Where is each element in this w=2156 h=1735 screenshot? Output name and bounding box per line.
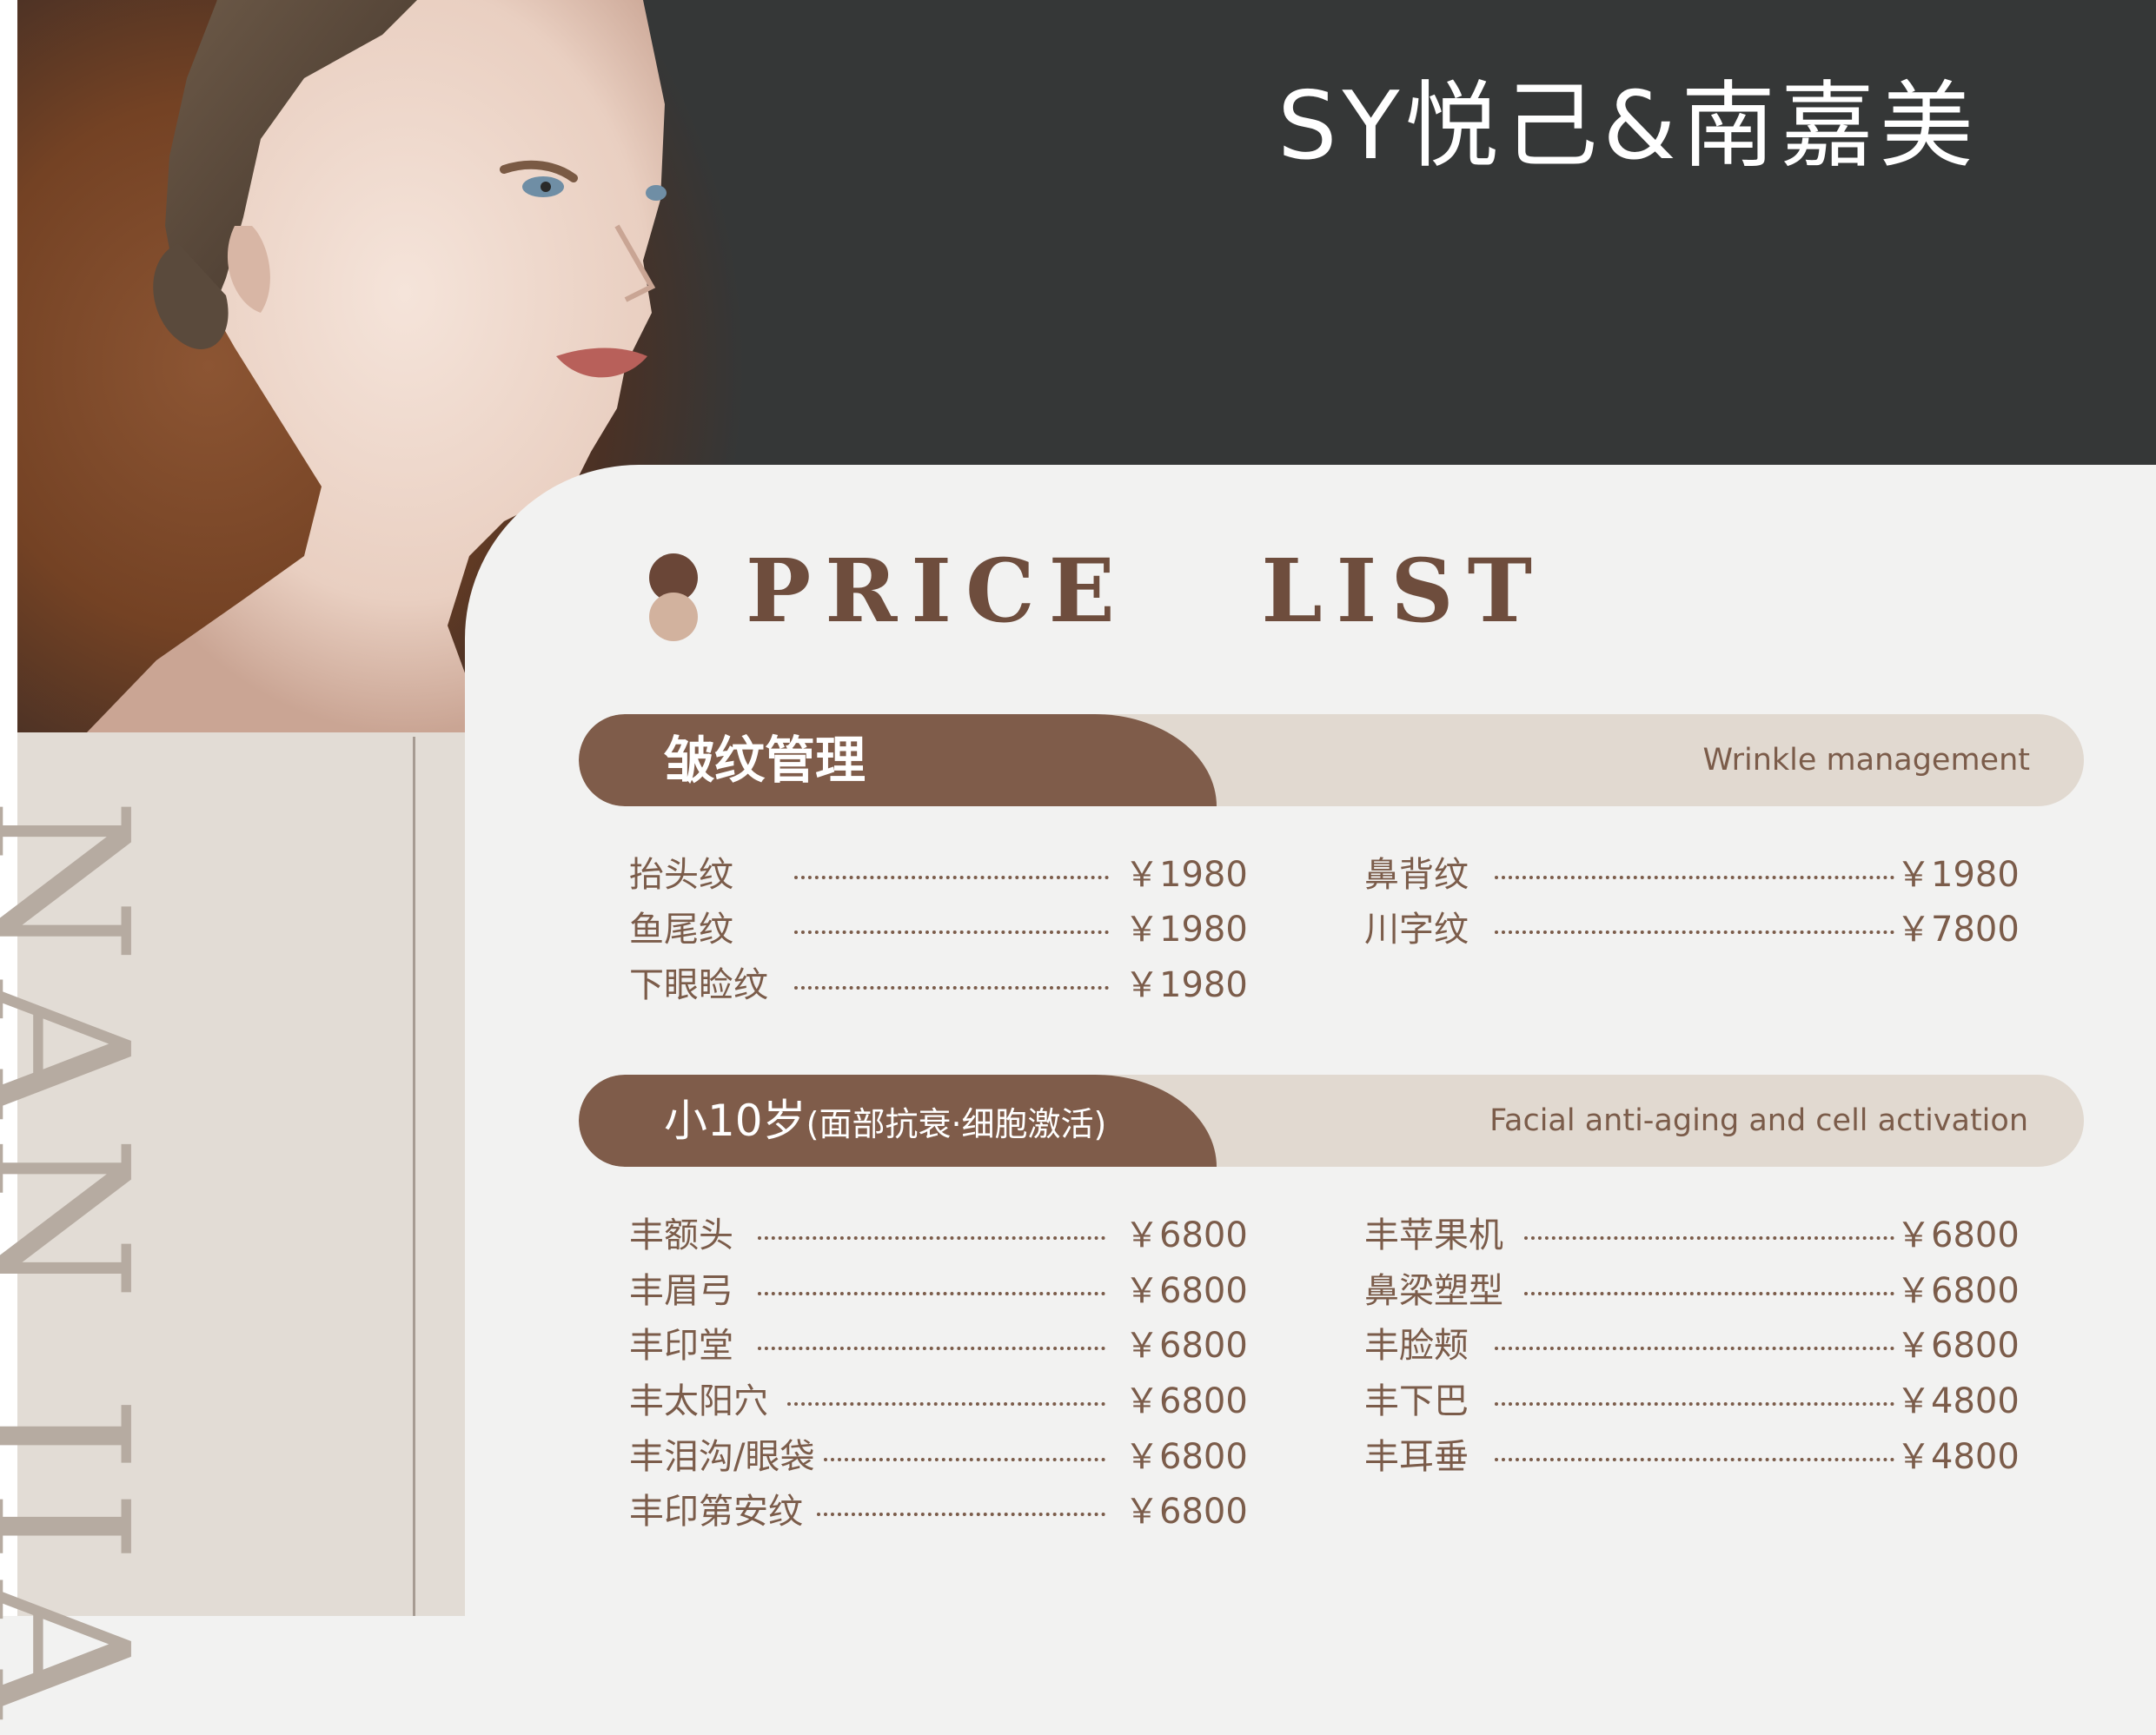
item-price: ￥6800	[1896, 1215, 2020, 1255]
dotted-leader	[758, 1292, 1105, 1295]
price-item: 下眼睑纹 ￥1980	[629, 958, 1248, 1012]
item-name: 丰印堂	[629, 1326, 733, 1366]
item-price: ￥6800	[1124, 1215, 1248, 1255]
dotted-leader	[787, 1402, 1105, 1406]
item-price: ￥7800	[1896, 910, 2020, 950]
item-price: ￥1980	[1124, 965, 1248, 1005]
item-price: ￥6800	[1124, 1271, 1248, 1311]
section-title-main: 小10岁	[664, 1096, 806, 1146]
dotted-leader	[758, 1236, 1105, 1240]
item-price: ￥1980	[1124, 855, 1248, 895]
price-item: 丰泪沟/眼袋 ￥6800	[629, 1430, 1248, 1484]
item-name: 丰耳垂	[1364, 1437, 1469, 1477]
dotted-leader	[794, 876, 1109, 879]
item-name: 鼻背纹	[1364, 855, 1469, 895]
item-name: 鼻梁塑型	[1364, 1271, 1503, 1311]
item-price: ￥6800	[1896, 1326, 2020, 1366]
item-price: ￥4800	[1896, 1437, 2020, 1477]
price-item: 丰苹果机 ￥6800	[1364, 1209, 2020, 1262]
dotted-leader	[1495, 1347, 1894, 1350]
item-price: ￥6800	[1124, 1326, 1248, 1366]
item-name: 鱼尾纹	[629, 910, 733, 950]
section-title-cn: 小10岁(面部抗衰·细胞激活)	[664, 1075, 1106, 1167]
item-name: 下眼睑纹	[629, 965, 768, 1005]
item-name: 丰下巴	[1364, 1381, 1469, 1421]
price-item: 川字纹 ￥7800	[1364, 903, 2020, 957]
item-name: 丰脸颊	[1364, 1326, 1469, 1366]
title-dot-light-icon	[649, 593, 698, 641]
brand-title: SY悦己&南嘉美	[1277, 72, 1979, 181]
price-item: 丰脸颊 ￥6800	[1364, 1319, 2020, 1373]
dotted-leader	[824, 1458, 1105, 1461]
item-name: 丰太阳穴	[629, 1381, 768, 1421]
item-price: ￥1980	[1896, 855, 2020, 895]
item-price: ￥6800	[1124, 1492, 1248, 1532]
price-item: 丰眉弓 ￥6800	[629, 1264, 1248, 1318]
dotted-leader	[1524, 1236, 1894, 1240]
dotted-leader	[794, 986, 1109, 990]
price-item: 丰印堂 ￥6800	[629, 1319, 1248, 1373]
section-header-wrinkle: 皱纹管理 Wrinkle management	[579, 714, 2084, 806]
price-item: 鱼尾纹 ￥1980	[629, 903, 1248, 957]
dotted-leader	[794, 930, 1109, 934]
dotted-leader	[1495, 930, 1894, 934]
section-header-anti-aging: 小10岁(面部抗衰·细胞激活) Facial anti-aging and ce…	[579, 1075, 2084, 1167]
price-item: 丰下巴 ￥4800	[1364, 1374, 2020, 1428]
item-price: ￥4800	[1896, 1381, 2020, 1421]
price-item: 丰耳垂 ￥4800	[1364, 1430, 2020, 1484]
section-title-en: Wrinkle management	[1702, 743, 2030, 778]
price-item: 丰太阳穴 ￥6800	[629, 1374, 1248, 1428]
item-name: 丰额头	[629, 1215, 733, 1255]
item-name: 丰苹果机	[1364, 1215, 1503, 1255]
price-item: 抬头纹 ￥1980	[629, 848, 1248, 902]
item-name: 丰泪沟/眼袋	[629, 1437, 815, 1477]
section-title-en: Facial anti-aging and cell activation	[1489, 1103, 2028, 1138]
price-item: 丰印第安纹 ￥6800	[629, 1485, 1248, 1539]
vertical-divider-line	[413, 737, 415, 1616]
dotted-leader	[1495, 876, 1894, 879]
price-list-heading: PRICE LIST	[746, 540, 1547, 642]
dotted-leader	[1495, 1458, 1894, 1461]
dotted-leader	[1524, 1292, 1894, 1295]
dotted-leader	[817, 1513, 1105, 1516]
dotted-leader	[758, 1347, 1105, 1350]
price-item: 鼻梁塑型 ￥6800	[1364, 1264, 2020, 1318]
vertical-brand-text: NAN JIA	[0, 798, 168, 1735]
item-name: 抬头纹	[629, 855, 733, 895]
section-title-sub: (面部抗衰·细胞激活)	[806, 1105, 1107, 1143]
item-price: ￥6800	[1896, 1271, 2020, 1311]
item-price: ￥1980	[1124, 910, 1248, 950]
item-price: ￥6800	[1124, 1437, 1248, 1477]
item-name: 川字纹	[1364, 910, 1469, 950]
item-name: 丰印第安纹	[629, 1492, 803, 1532]
dotted-leader	[1495, 1402, 1894, 1406]
item-name: 丰眉弓	[629, 1271, 733, 1311]
item-price: ￥6800	[1124, 1381, 1248, 1421]
section-title-cn: 皱纹管理	[664, 731, 866, 790]
price-item: 丰额头 ￥6800	[629, 1209, 1248, 1262]
price-item: 鼻背纹 ￥1980	[1364, 848, 2020, 902]
